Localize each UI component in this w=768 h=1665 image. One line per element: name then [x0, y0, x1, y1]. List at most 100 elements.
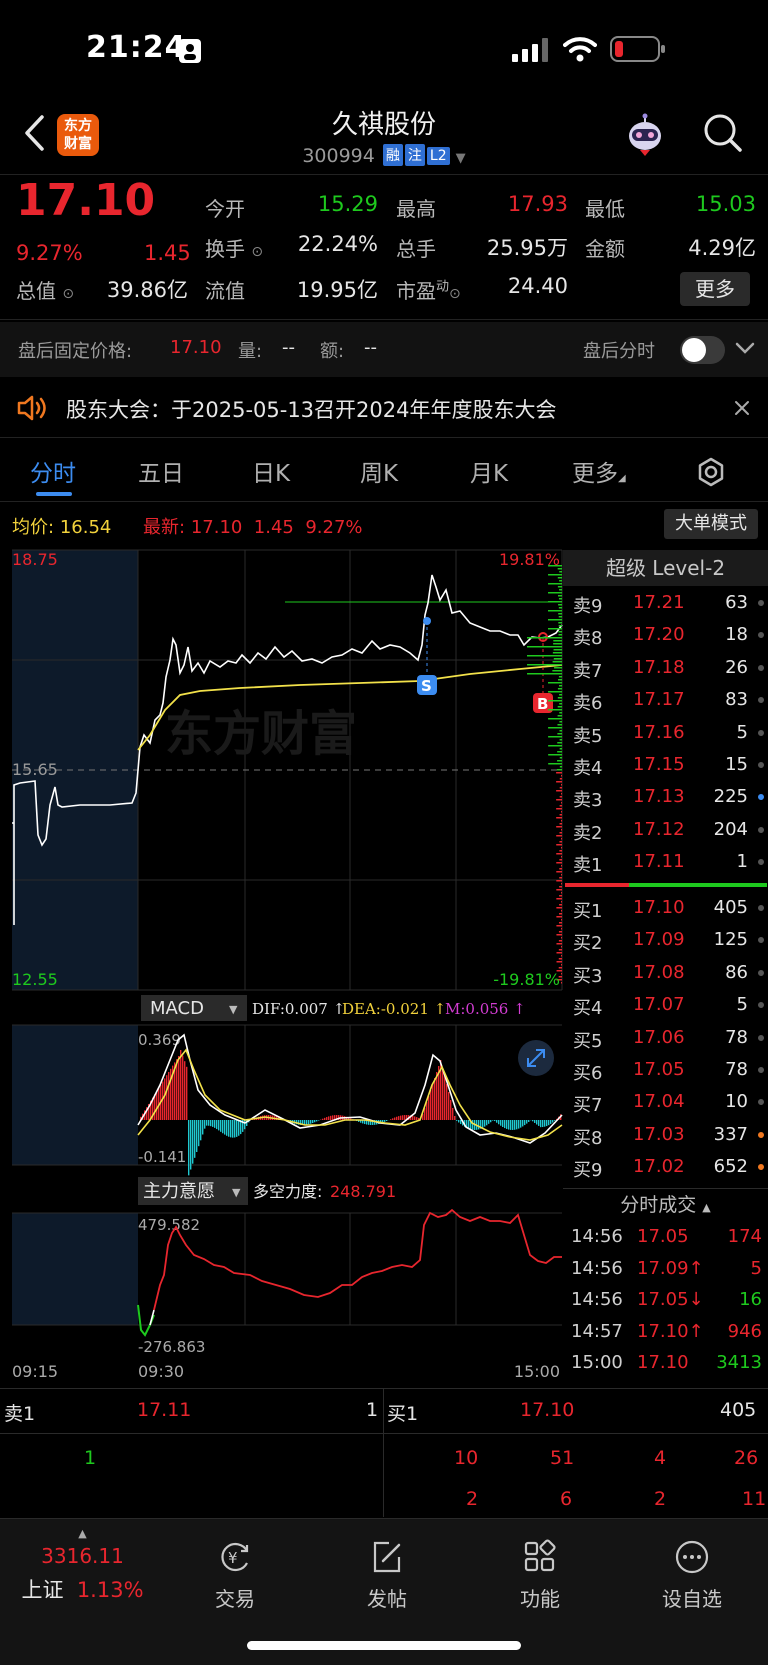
macd-bar: [226, 1120, 228, 1136]
macd-bar: [486, 1120, 488, 1126]
home-indicator: [247, 1641, 521, 1650]
ask-row[interactable]: 卖1 17.11 1: [563, 845, 768, 877]
ask-row[interactable]: 卖3 17.13 225: [563, 780, 768, 812]
ask-row[interactable]: 卖2 17.12 204: [563, 813, 768, 845]
depth-bar: [556, 880, 562, 882]
ask-row[interactable]: 卖4 17.15 15: [563, 748, 768, 780]
close-icon[interactable]: [734, 400, 750, 416]
tab-daily-k[interactable]: 日K: [252, 454, 290, 488]
tab-weekly-k[interactable]: 周K: [360, 454, 398, 488]
stock-code: 300994: [302, 145, 375, 167]
bid-row[interactable]: 买3 17.08 86: [563, 956, 768, 988]
ask-level: 卖8: [573, 628, 603, 650]
float-cap-label: 流值: [205, 279, 245, 303]
macd-bar: [434, 1078, 436, 1120]
intraday-chart[interactable]: 东方财富 S B 18.75 15.65 12.55 19.81% -19.81…: [0, 545, 563, 1390]
ask-row[interactable]: 卖6 17.17 83: [563, 683, 768, 715]
depth-bar: [557, 733, 562, 735]
index-quote[interactable]: ▲ 3316.11 上证 1.13%: [10, 1527, 155, 1604]
bid-row[interactable]: 买4 17.07 5: [563, 988, 768, 1020]
macd-bar: [404, 1115, 406, 1120]
pe-label[interactable]: 市盈动⊙: [396, 275, 461, 304]
depth-bar: [561, 784, 562, 786]
more-button[interactable]: 更多: [680, 272, 750, 306]
macd-bar: [398, 1116, 400, 1120]
ticks-title[interactable]: 分时成交 ▲: [563, 1188, 768, 1218]
tab-more-label: 更多: [572, 461, 618, 487]
depth-bar: [556, 853, 562, 855]
tab-monthly-k[interactable]: 月K: [470, 454, 508, 488]
macd-bar: [332, 1115, 334, 1120]
chevron-down-icon[interactable]: [735, 340, 755, 356]
after-hours-toggle[interactable]: [680, 336, 725, 364]
tab-functions[interactable]: 功能: [485, 1539, 595, 1612]
tick-volume: 5: [750, 1257, 762, 1279]
depth-bar: [556, 916, 562, 918]
svg-text:¥: ¥: [228, 1549, 238, 1567]
macd-bar: [416, 1117, 418, 1120]
toggle-knob: [682, 338, 706, 362]
market-cap-label[interactable]: 总值 ⊙: [16, 275, 74, 304]
indicator-dot: [758, 1099, 764, 1106]
tab-trade[interactable]: ¥ 交易: [180, 1539, 290, 1612]
tab-five-day[interactable]: 五日: [138, 454, 184, 488]
info-icon[interactable]: ⊙: [449, 286, 461, 302]
ask-row[interactable]: 卖5 17.16 5: [563, 716, 768, 748]
bid-row[interactable]: 买5 17.06 78: [563, 1021, 768, 1053]
macd-bar: [196, 1120, 198, 1152]
tick-row: 14:56 17.05 174: [563, 1220, 768, 1252]
bid-level: 买7: [573, 1095, 603, 1117]
big-order-mode-button[interactable]: 大单模式: [664, 509, 758, 539]
depth-bar: [553, 640, 562, 642]
queue-bid-order: 2: [466, 1488, 479, 1510]
depth-bar: [527, 673, 562, 675]
macd-bar: [230, 1120, 232, 1138]
avg-price: 均价: 16.54: [12, 513, 111, 539]
search-icon[interactable]: [702, 112, 744, 154]
macd-bar: [512, 1120, 514, 1130]
depth-bar: [559, 841, 562, 843]
ask-price: 17.13: [633, 786, 685, 808]
info-icon[interactable]: ⊙: [62, 286, 74, 302]
bid-row[interactable]: 买7 17.04 10: [563, 1085, 768, 1117]
latest-change: 1.45: [253, 517, 294, 538]
ask-level: 卖5: [573, 725, 603, 747]
notice-bar[interactable]: 股东大会：于2025-05-13召开2024年年度股东大会: [0, 378, 768, 438]
macd-bar: [514, 1120, 516, 1130]
macd-bar: [206, 1120, 208, 1126]
dropdown-caret-icon[interactable]: ▼: [456, 151, 466, 166]
clock: 21:24: [86, 30, 187, 65]
depth-bar: [561, 982, 562, 984]
macd-bar: [536, 1120, 538, 1125]
turnover-label[interactable]: 换手 ⊙: [205, 233, 263, 262]
ask-row[interactable]: 卖7 17.18 26: [563, 651, 768, 683]
gear-icon[interactable]: [695, 456, 727, 488]
robot-assistant-icon[interactable]: [622, 112, 668, 158]
depth-bar: [561, 802, 562, 804]
depth-bar: [557, 760, 562, 762]
bid-row[interactable]: 买9 17.02 652: [563, 1150, 768, 1182]
ask-row[interactable]: 卖9 17.21 63: [563, 586, 768, 618]
tick-time: 14:56: [571, 1289, 623, 1310]
bid-row[interactable]: 买8 17.03 337: [563, 1118, 768, 1150]
depth-bar: [556, 769, 562, 771]
tab-intraday[interactable]: 分时: [30, 454, 76, 488]
queue-ask-order: 1: [84, 1447, 97, 1469]
depth-bar: [559, 757, 562, 759]
after-hours-amt: --: [364, 337, 377, 358]
bid-row[interactable]: 买1 17.10 405: [563, 891, 768, 923]
tab-post[interactable]: 发帖: [332, 1539, 442, 1612]
tab-more[interactable]: 更多◢: [572, 454, 626, 488]
macd-m: M:0.056 ↑: [445, 1000, 526, 1018]
ask-row[interactable]: 卖8 17.20 18: [563, 618, 768, 650]
tab-add-watchlist[interactable]: 设自选: [637, 1539, 747, 1612]
depth-bar: [558, 616, 562, 618]
period-tabs: 分时 五日 日K 周K 月K 更多◢: [0, 440, 768, 502]
sell-marker-dot: [423, 617, 431, 625]
bid-level: 买8: [573, 1127, 603, 1149]
info-icon[interactable]: ⊙: [251, 244, 263, 260]
bid-row[interactable]: 买6 17.05 78: [563, 1053, 768, 1085]
ask-level: 卖9: [573, 596, 603, 617]
bid-row[interactable]: 买2 17.09 125: [563, 923, 768, 955]
depth-bar: [559, 589, 562, 591]
